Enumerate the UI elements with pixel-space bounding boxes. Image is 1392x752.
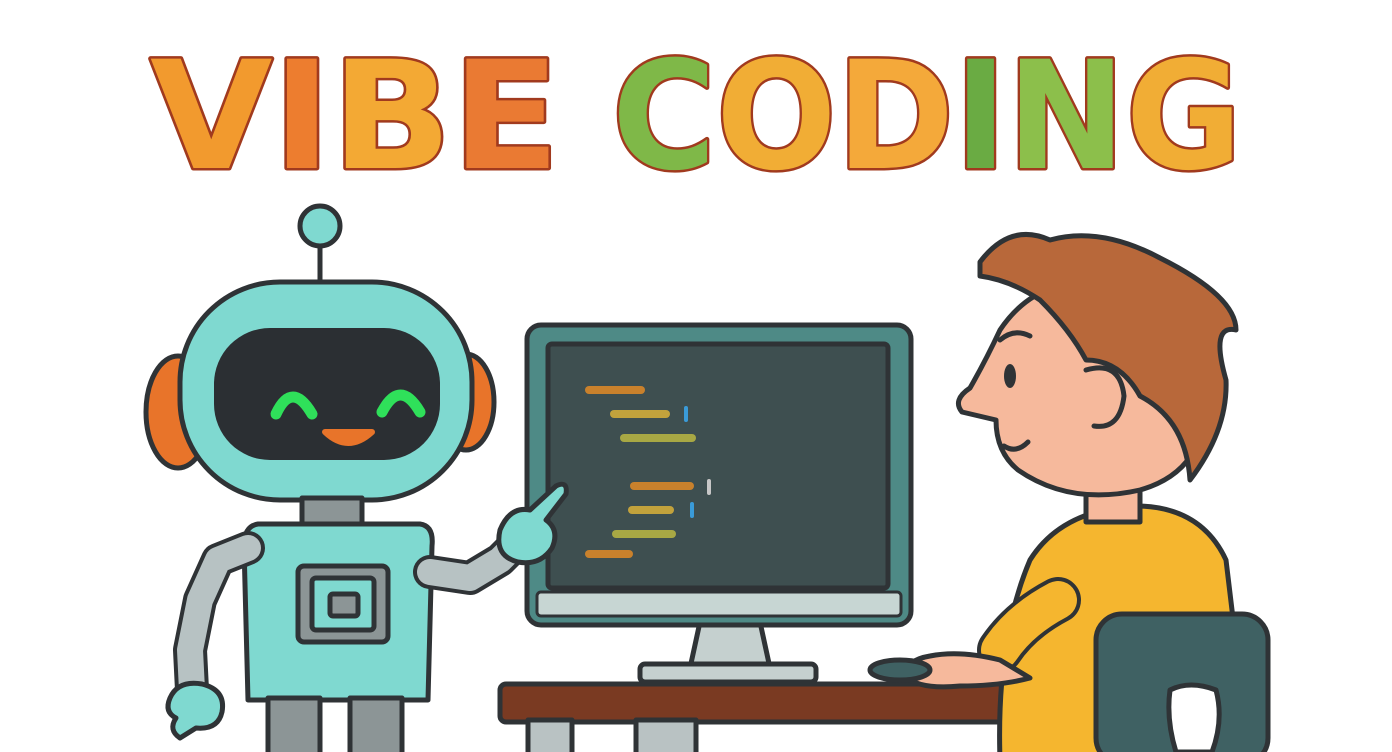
- computer-monitor-illustration: [524, 322, 914, 685]
- scene: [143, 203, 1271, 752]
- chair-illustration: [1093, 611, 1271, 752]
- robot-illustration: [143, 203, 569, 752]
- vibe-coding-illustration: VIBE CODING: [0, 0, 1392, 752]
